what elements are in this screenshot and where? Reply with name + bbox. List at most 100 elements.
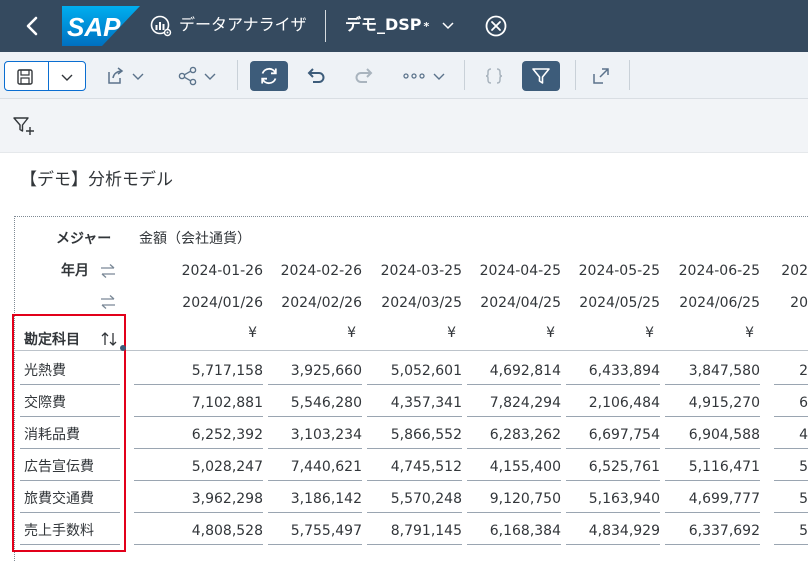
cell-underline xyxy=(665,544,760,545)
filter-toggle-button[interactable] xyxy=(522,61,560,91)
save-options-button[interactable] xyxy=(57,67,77,87)
filter-bar xyxy=(0,99,808,153)
column-header-date[interactable]: 2024-06-25 xyxy=(630,262,760,280)
cell-underline xyxy=(134,544,263,545)
table-cell: 4,915,270 xyxy=(688,395,760,411)
redo-icon xyxy=(355,68,373,83)
cell-underline xyxy=(566,544,660,545)
cell-underline xyxy=(268,512,362,513)
toolbar-separator xyxy=(575,60,576,90)
redo-button[interactable] xyxy=(352,64,378,88)
back-button[interactable] xyxy=(18,12,46,40)
measure-value[interactable]: 金額（会社通貨） xyxy=(139,230,251,248)
column-header-date[interactable]: 202 xyxy=(768,262,808,280)
cell-underline xyxy=(134,384,263,385)
cell-underline xyxy=(665,480,760,481)
cell-underline xyxy=(134,512,263,513)
chevron-down-icon xyxy=(433,73,445,80)
cell-underline xyxy=(268,448,362,449)
save-split-divider xyxy=(48,62,49,90)
fullscreen-button[interactable] xyxy=(588,64,614,88)
refresh-icon xyxy=(261,67,277,85)
document-title[interactable]: デモ_DSP * xyxy=(345,15,429,37)
cell-underline xyxy=(367,480,462,481)
cell-underline xyxy=(467,448,561,449)
table-cell: 4,699,777 xyxy=(688,491,760,507)
cell-underline xyxy=(566,416,660,417)
cell-underline xyxy=(774,448,808,449)
toolbar-separator xyxy=(629,60,630,90)
more-icon xyxy=(403,73,425,79)
cell-underline xyxy=(134,448,263,449)
cell-underline xyxy=(665,416,760,417)
cell-underline xyxy=(268,544,362,545)
cell-underline xyxy=(268,416,362,417)
data-analyzer-icon xyxy=(149,14,173,38)
chevron-down-icon xyxy=(61,74,73,81)
app-title: データアナライザ xyxy=(179,15,307,34)
save-button[interactable] xyxy=(15,67,35,87)
sap-logo: SAP xyxy=(62,6,140,46)
table-cell: 5 xyxy=(799,459,808,475)
chevron-down-icon xyxy=(204,73,216,80)
table-cell: 3,847,580 xyxy=(688,363,760,379)
page-title: 【デモ】分析モデル xyxy=(20,170,173,190)
table-cell: 6,337,692 xyxy=(688,523,760,539)
document-title-text: デモ_DSP xyxy=(345,15,422,34)
cell-underline xyxy=(467,480,561,481)
formula-button[interactable] xyxy=(480,64,508,88)
cell-underline xyxy=(367,544,462,545)
cell-underline xyxy=(134,480,263,481)
column-header-date-alt[interactable]: 2024/06/25 xyxy=(630,294,760,312)
swap-axis-icon[interactable] xyxy=(99,263,117,279)
share-icon xyxy=(178,66,197,86)
modified-indicator: * xyxy=(423,20,430,33)
table-cell: 5 xyxy=(799,523,808,539)
cell-underline xyxy=(566,480,660,481)
cell-underline xyxy=(367,512,462,513)
table-cell: 4 xyxy=(799,427,808,443)
cell-underline xyxy=(268,480,362,481)
shell-header: SAP データアナライザ デモ_DSP * xyxy=(0,0,808,52)
add-filter-button[interactable] xyxy=(12,114,36,138)
document-menu-chevron[interactable] xyxy=(440,17,456,33)
chevron-down-icon xyxy=(132,73,144,80)
add-filter-icon xyxy=(13,117,34,135)
cell-underline xyxy=(268,384,362,385)
swap-axis-icon[interactable] xyxy=(99,294,117,310)
export-button[interactable] xyxy=(100,62,150,90)
table-cell: 5,116,471 xyxy=(688,459,760,475)
header-divider xyxy=(325,10,326,42)
chevron-down-icon xyxy=(442,22,454,30)
svg-text:SAP: SAP xyxy=(67,12,121,42)
more-button[interactable] xyxy=(398,62,450,90)
cell-underline xyxy=(467,416,561,417)
cell-underline xyxy=(774,384,808,385)
undo-button[interactable] xyxy=(302,64,328,88)
save-icon xyxy=(17,69,33,85)
cell-underline xyxy=(566,448,660,449)
filter-icon xyxy=(532,68,550,84)
cell-underline xyxy=(774,544,808,545)
cell-underline xyxy=(367,416,462,417)
cell-underline xyxy=(774,512,808,513)
column-header-date-alt[interactable]: 20 xyxy=(768,294,808,312)
undo-icon xyxy=(307,68,325,83)
close-button[interactable] xyxy=(484,14,508,38)
toolbar-separator xyxy=(464,60,465,90)
cell-underline xyxy=(467,384,561,385)
cell-underline xyxy=(467,512,561,513)
cell-underline xyxy=(774,416,808,417)
curly-braces-icon xyxy=(485,68,503,84)
measure-label: メジャー xyxy=(56,231,112,247)
save-split-button xyxy=(4,61,86,91)
export-icon xyxy=(108,67,124,84)
share-button[interactable] xyxy=(172,62,222,90)
dimension-label: 年月 xyxy=(61,263,89,279)
expand-icon xyxy=(593,68,609,84)
highlight-box xyxy=(12,314,126,552)
resize-handle[interactable] xyxy=(120,345,126,351)
table-cell: 5 xyxy=(799,491,808,507)
cell-underline xyxy=(665,512,760,513)
refresh-button[interactable] xyxy=(250,61,288,91)
